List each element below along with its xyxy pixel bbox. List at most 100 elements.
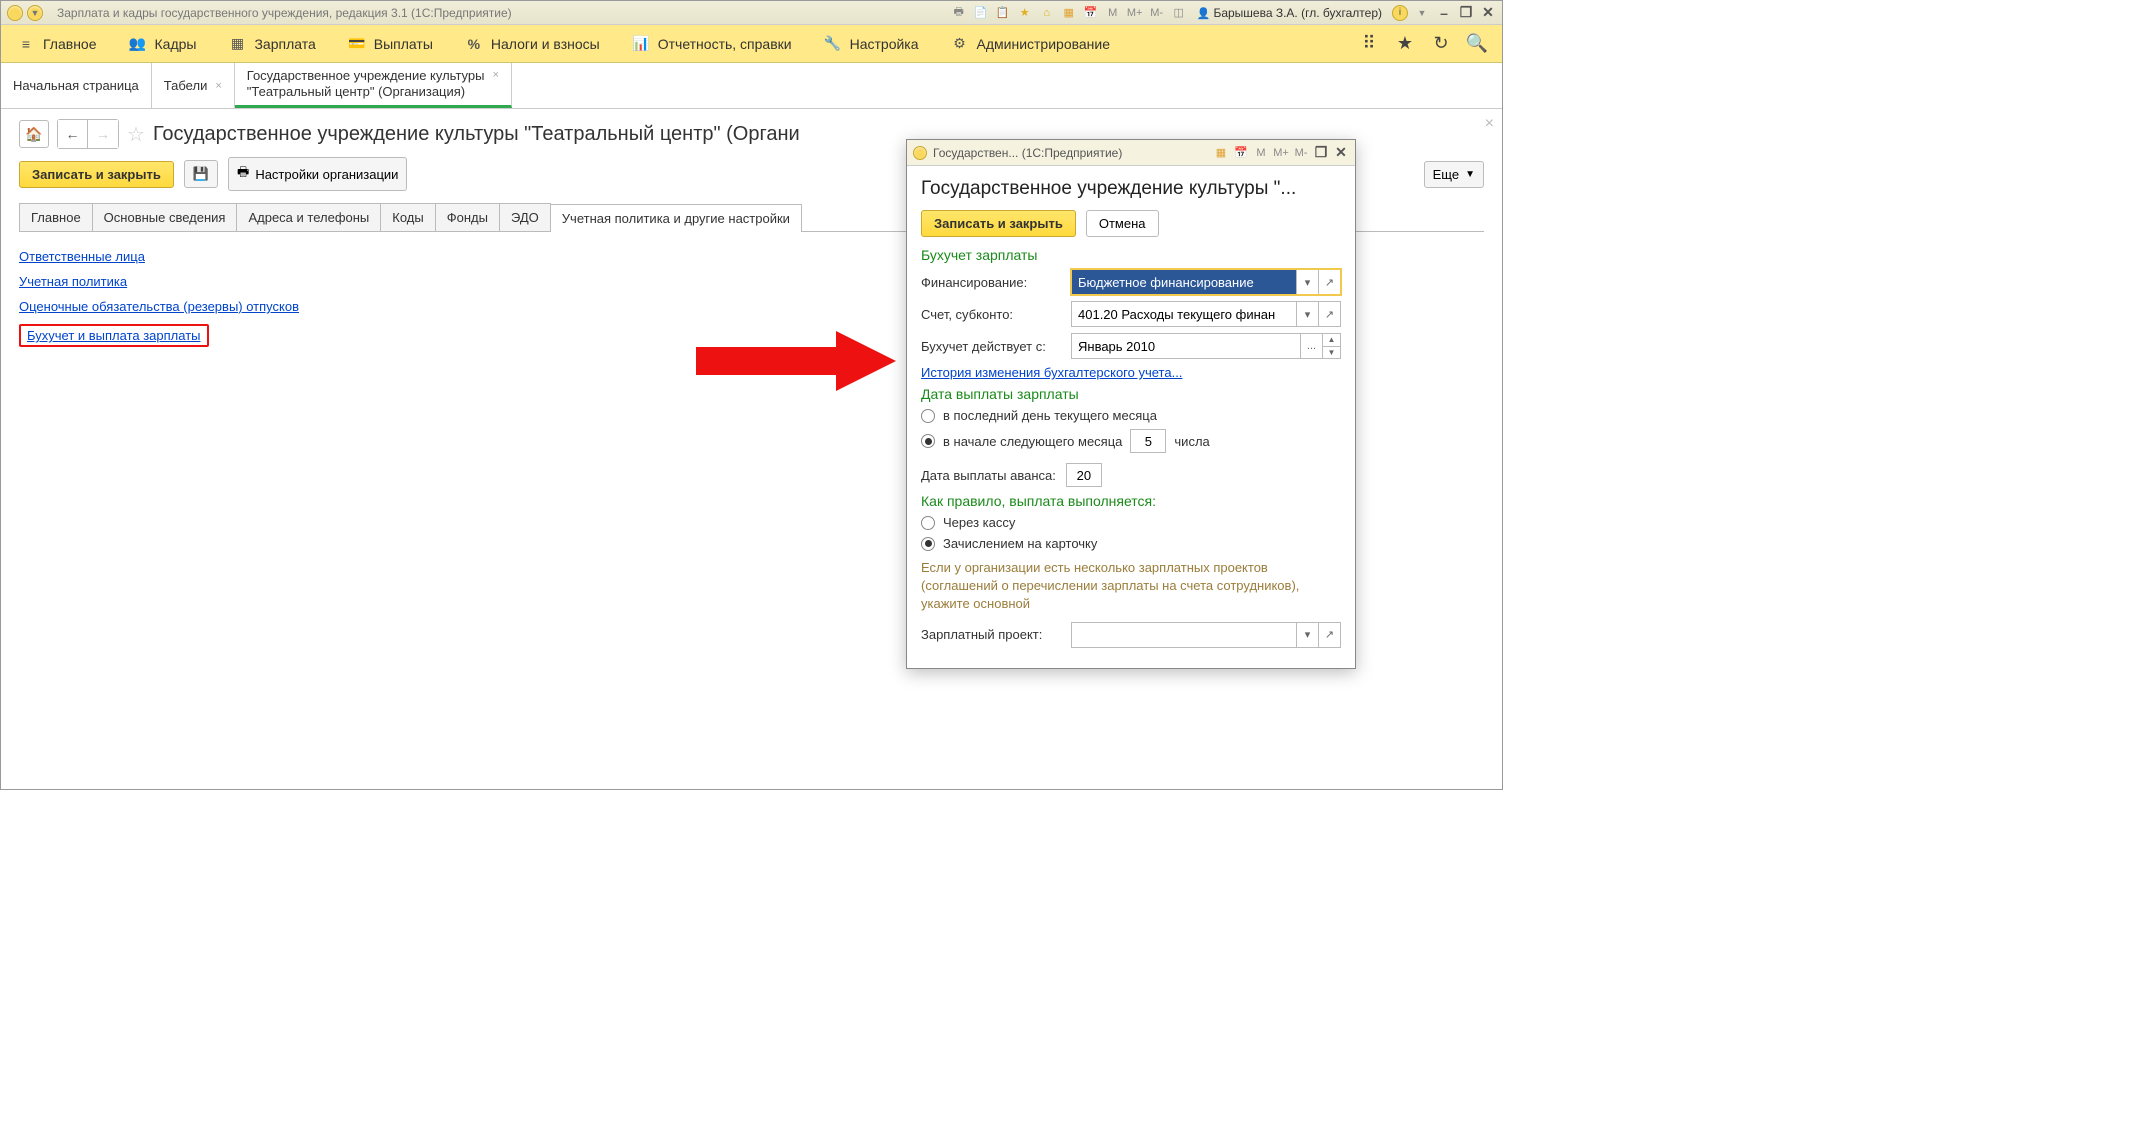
info-arrow-icon[interactable]: ▼ (1414, 5, 1430, 21)
menu-vyplaty[interactable]: 💳Выплаты (332, 25, 449, 63)
doc-icon[interactable]: 📄 (973, 5, 989, 21)
project-label: Зарплатный проект: (921, 627, 1061, 642)
subtab-accounting-policy[interactable]: Учетная политика и другие настройки (550, 204, 802, 232)
popup-restore-button[interactable]: ❐ (1313, 146, 1329, 160)
popup-calc-icon[interactable]: ▦ (1213, 145, 1229, 161)
org-settings-button[interactable]: 🖶Настройки организации (228, 157, 407, 191)
popup-mplus-icon[interactable]: M+ (1273, 145, 1289, 161)
popup-calendar-icon[interactable]: 📅 (1233, 145, 1249, 161)
m-icon[interactable]: M (1105, 5, 1121, 21)
method-card-radio[interactable] (921, 537, 935, 551)
menu-nalogi-label: Налоги и взносы (491, 36, 600, 52)
link-payroll-accounting[interactable]: Бухучет и выплата зарплаты (19, 324, 209, 347)
project-dropdown-button[interactable]: ▾ (1296, 623, 1318, 647)
menu-admin[interactable]: ⚙Администрирование (935, 25, 1127, 63)
subtab-basic[interactable]: Основные сведения (92, 203, 238, 231)
account-input[interactable] (1072, 302, 1296, 326)
active-from-input[interactable] (1072, 334, 1300, 358)
financing-open-button[interactable]: ↗ (1318, 270, 1340, 294)
tab-organization[interactable]: Государственное учреждение культуры"Теат… (235, 63, 512, 108)
popup-close-button[interactable]: ✕ (1333, 146, 1349, 160)
paydate-opt2-suffix: числа (1174, 434, 1209, 449)
report-icon: 📊 (632, 35, 650, 53)
menu-nalogi[interactable]: %Налоги и взносы (449, 25, 616, 63)
window-title: Зарплата и кадры государственного учрежд… (47, 6, 512, 20)
popup-cancel-button[interactable]: Отмена (1086, 210, 1159, 237)
popup-app-icon (913, 146, 927, 160)
paydate-opt1-radio[interactable] (921, 409, 935, 423)
tab-tabeli[interactable]: Табели× (152, 63, 235, 108)
current-user[interactable]: Барышева З.А. (гл. бухгалтер) (1193, 6, 1386, 20)
subtab-addresses[interactable]: Адреса и телефоны (236, 203, 381, 231)
popup-mminus-icon[interactable]: M- (1293, 145, 1309, 161)
copy-icon[interactable]: 📋 (995, 5, 1011, 21)
advance-day-input[interactable] (1066, 463, 1102, 487)
popup-titlebar: Государствен... (1С:Предприятие) ▦ 📅 M M… (907, 140, 1355, 166)
paydate-opt2-radio[interactable] (921, 434, 935, 448)
app-icon (7, 5, 23, 21)
account-dropdown-button[interactable]: ▾ (1296, 302, 1318, 326)
section-method: Как правило, выплата выполняется: (921, 493, 1341, 509)
menu-main[interactable]: ≡Главное (1, 25, 113, 63)
advance-label: Дата выплаты аванса: (921, 468, 1056, 483)
subtab-main[interactable]: Главное (19, 203, 93, 231)
active-from-down-button[interactable]: ▼ (1322, 347, 1340, 359)
project-open-button[interactable]: ↗ (1318, 623, 1340, 647)
link-accounting-policy[interactable]: Учетная политика (19, 274, 127, 289)
history-icon[interactable]: ↻ (1430, 33, 1452, 55)
menu-settings[interactable]: 🔧 Настройка (808, 25, 935, 63)
panel-icon[interactable]: ◫ (1171, 5, 1187, 21)
home-icon[interactable]: ⌂ (1039, 5, 1055, 21)
menu-settings-label: Настройка (850, 36, 919, 52)
print-icon[interactable]: 🖶 (951, 5, 967, 21)
menu-report[interactable]: 📊Отчетность, справки (616, 25, 808, 63)
popup-m-icon[interactable]: M (1253, 145, 1269, 161)
apps-icon[interactable]: ⠿ (1358, 33, 1380, 55)
calc-icon[interactable]: ▦ (1061, 5, 1077, 21)
save-close-button[interactable]: Записать и закрыть (19, 161, 174, 188)
calendar-icon[interactable]: 📅 (1083, 5, 1099, 21)
save-button[interactable]: 💾 (184, 160, 218, 188)
method-card-label: Зачислением на карточку (943, 536, 1097, 551)
back-button[interactable]: ← (58, 120, 88, 148)
project-input[interactable] (1072, 623, 1296, 647)
dropdown-icon[interactable]: ▼ (27, 5, 43, 21)
menu-kadry[interactable]: 👥Кадры (113, 25, 213, 63)
mminus-icon[interactable]: M- (1149, 5, 1165, 21)
info-icon[interactable]: i (1392, 5, 1408, 21)
active-from-picker-button[interactable]: ... (1300, 334, 1322, 358)
active-from-up-button[interactable]: ▲ (1322, 334, 1340, 347)
home-button[interactable]: 🏠 (19, 120, 49, 148)
favorite-toggle[interactable]: ☆ (127, 122, 145, 147)
wrench-icon: 🔧 (824, 35, 842, 53)
subtab-codes[interactable]: Коды (380, 203, 435, 231)
printer-icon: 🖶 (237, 163, 249, 185)
star-icon[interactable]: ★ (1394, 33, 1416, 55)
history-link[interactable]: История изменения бухгалтерского учета..… (921, 365, 1182, 380)
minimize-button[interactable]: – (1436, 6, 1452, 20)
window-titlebar: ▼ Зарплата и кадры государственного учре… (1, 1, 1502, 25)
link-responsible[interactable]: Ответственные лица (19, 249, 145, 264)
subtab-funds[interactable]: Фонды (435, 203, 500, 231)
account-open-button[interactable]: ↗ (1318, 302, 1340, 326)
close-icon[interactable]: × (215, 80, 221, 92)
financing-dropdown-button[interactable]: ▾ (1296, 270, 1318, 294)
method-cash-radio[interactable] (921, 516, 935, 530)
tab-start-page[interactable]: Начальная страница (1, 63, 152, 108)
content-close-button[interactable]: × (1485, 115, 1494, 133)
menu-zarplata[interactable]: ▦Зарплата (212, 25, 331, 63)
close-button[interactable]: ✕ (1480, 6, 1496, 20)
financing-input[interactable] (1072, 270, 1296, 294)
link-vacation-reserves[interactable]: Оценочные обязательства (резервы) отпуск… (19, 299, 299, 314)
subtab-edo[interactable]: ЭДО (499, 203, 551, 231)
more-button[interactable]: Еще ▼ (1424, 161, 1484, 188)
search-icon[interactable]: 🔍 (1466, 33, 1488, 55)
close-icon[interactable]: × (492, 69, 498, 81)
forward-button[interactable]: → (88, 120, 118, 148)
popup-save-close-button[interactable]: Записать и закрыть (921, 210, 1076, 237)
maximize-button[interactable]: ❐ (1458, 6, 1474, 20)
paydate-day-input[interactable] (1130, 429, 1166, 453)
active-from-label: Бухучет действует с: (921, 339, 1061, 354)
mplus-icon[interactable]: M+ (1127, 5, 1143, 21)
favorite-icon[interactable]: ★ (1017, 5, 1033, 21)
